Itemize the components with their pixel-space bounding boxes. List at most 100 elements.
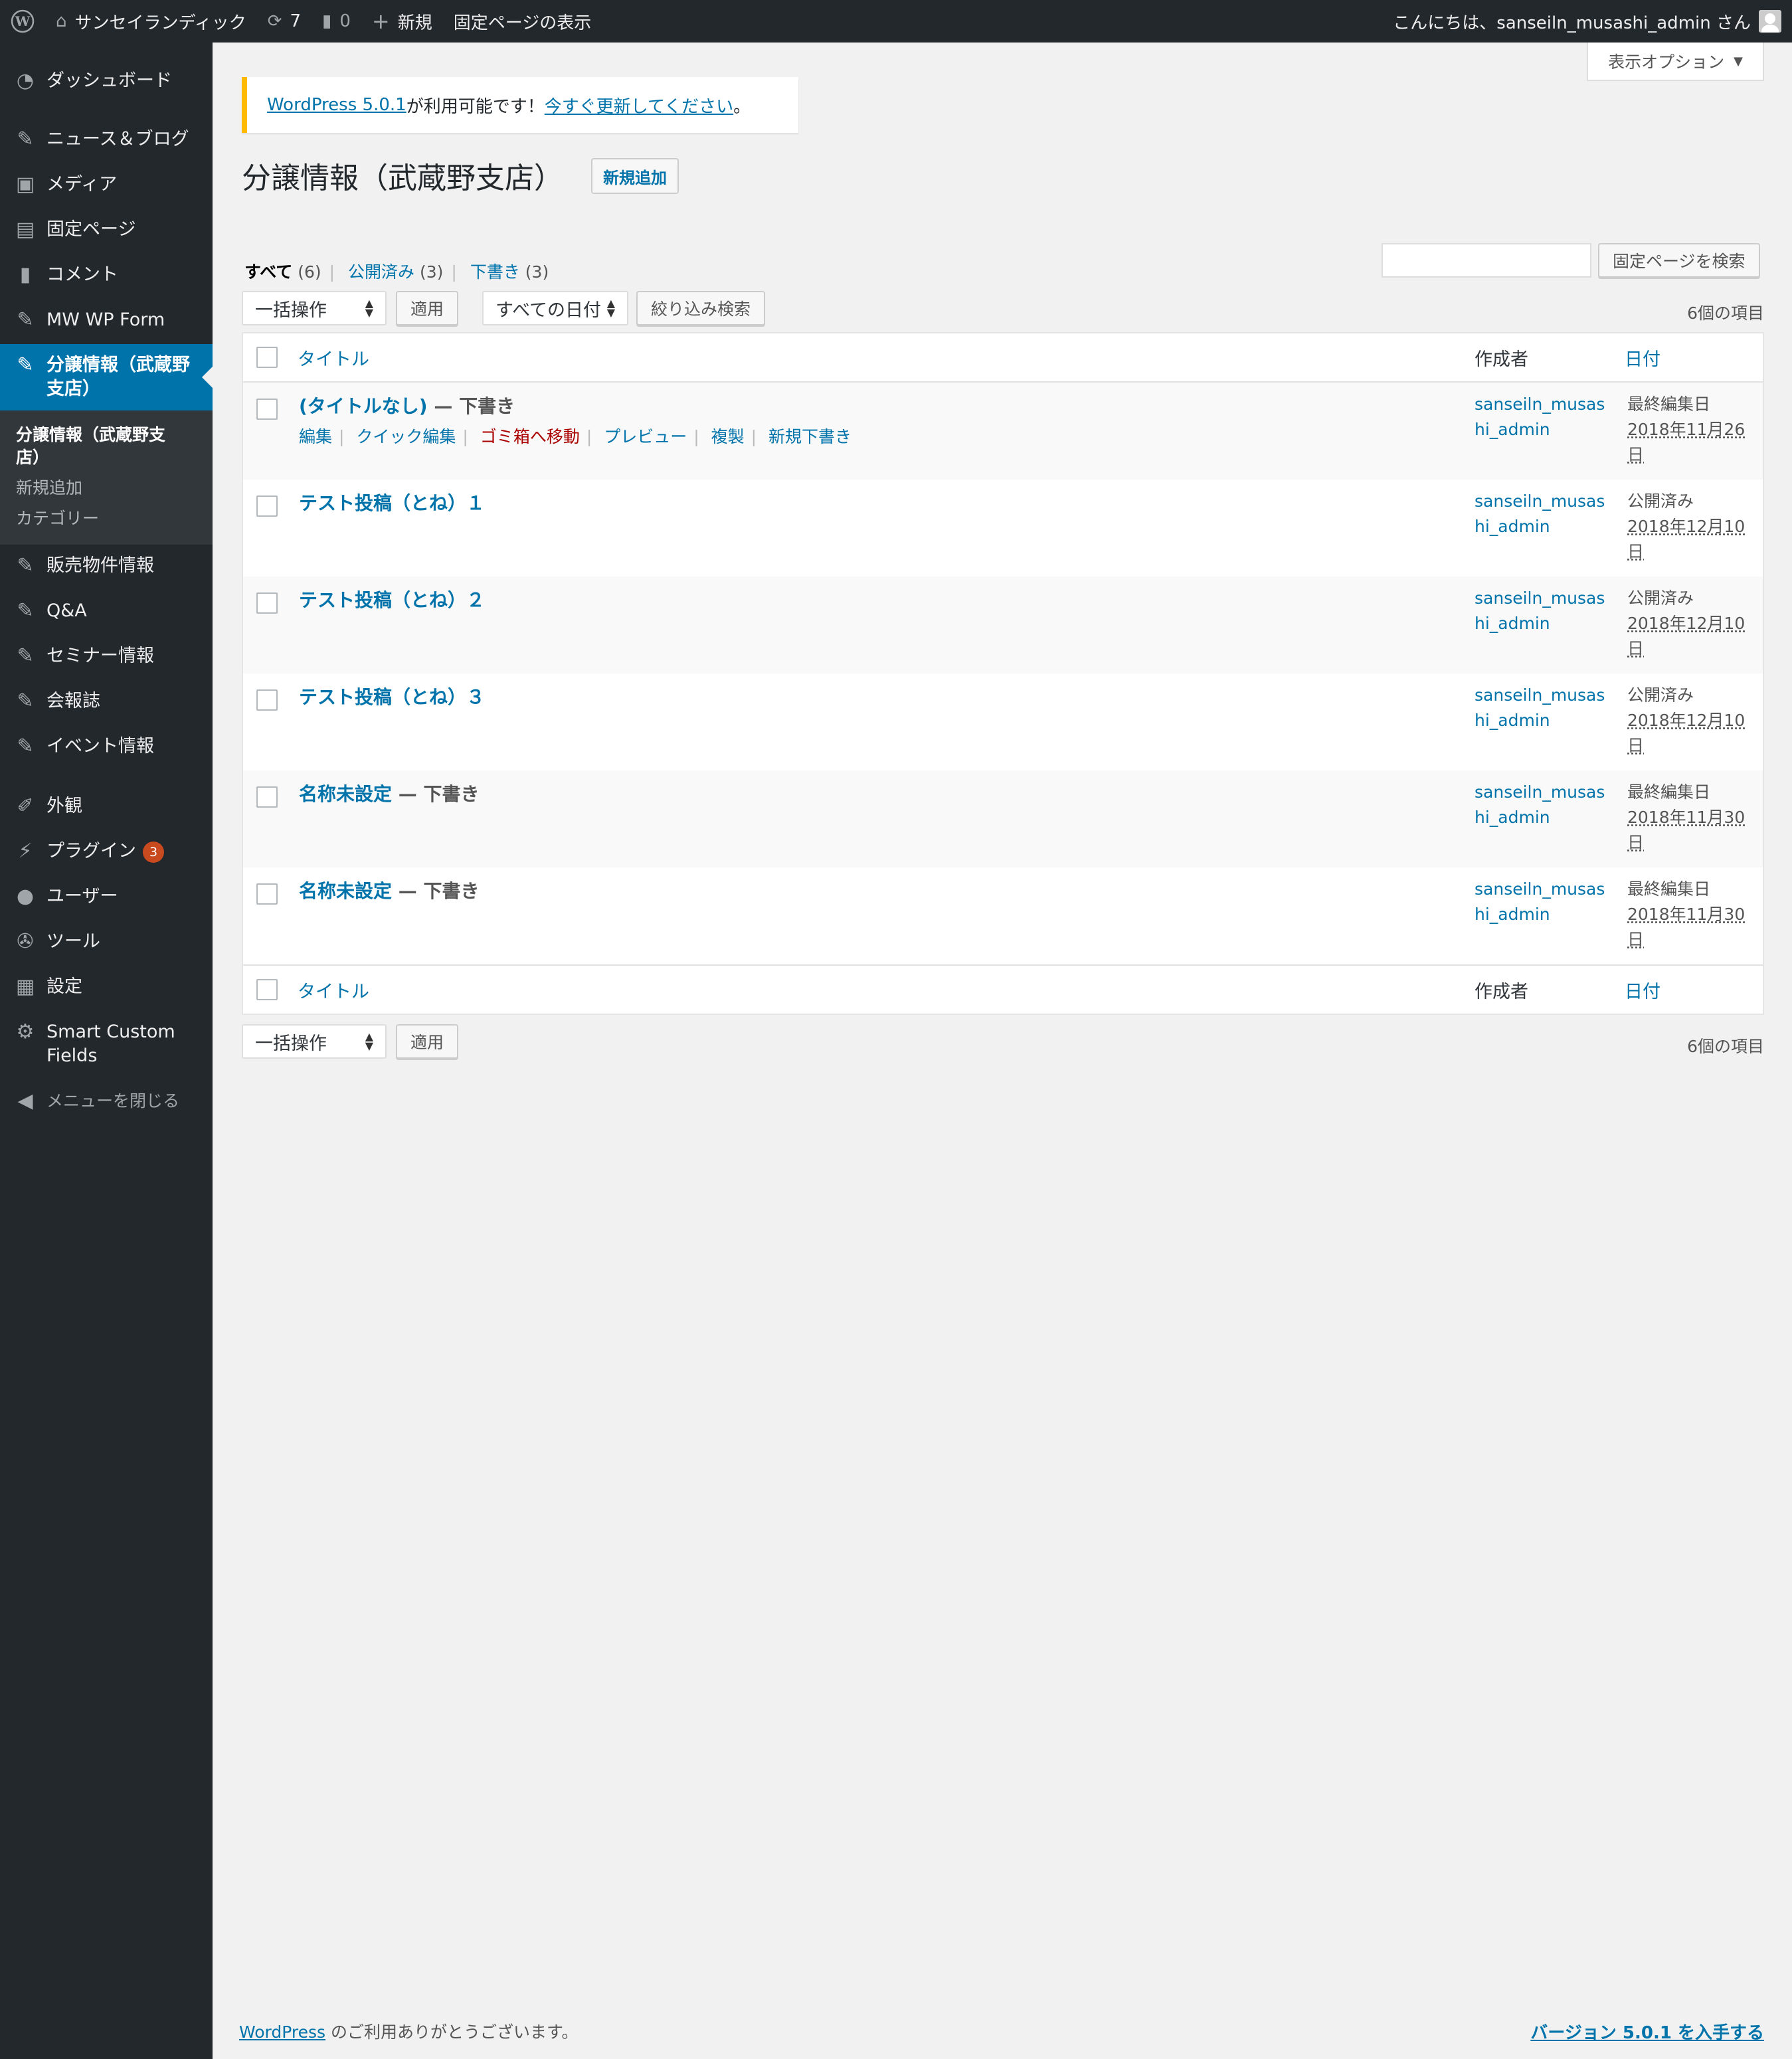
author-link[interactable]: sanseiln_musashi_admin <box>1475 392 1607 442</box>
edit-link[interactable]: 編集 <box>299 427 332 446</box>
date-cell: 最終編集日 2018年11月30日 <box>1627 782 1746 852</box>
sort-date-bottom[interactable]: 日付 <box>1625 977 1660 1003</box>
row-checkbox[interactable] <box>256 883 278 905</box>
select-all-checkbox[interactable] <box>256 347 278 368</box>
items-count: 6個の項目 <box>1687 304 1764 323</box>
pin-icon: ✎ <box>17 353 34 377</box>
menu-current-bunjo[interactable]: ✎ 分譲情報（武蔵野支店） <box>0 344 213 410</box>
row-checkbox[interactable] <box>256 689 278 711</box>
author-link[interactable]: sanseiln_musashi_admin <box>1475 489 1607 539</box>
wordpress-link[interactable]: WordPress <box>239 2022 325 2042</box>
filter-button[interactable]: 絞り込み検索 <box>636 291 766 325</box>
view-page-link[interactable]: 固定ページの表示 <box>443 0 602 43</box>
post-title-link[interactable]: テスト投稿（とね）３ <box>299 686 485 708</box>
table-header: タイトル 作成者 日付 <box>243 333 1763 383</box>
apply-button[interactable]: 適用 <box>396 291 459 325</box>
filter-published[interactable]: 公開済み <box>348 262 414 282</box>
select-arrows-icon: ▲ ▼ <box>365 1030 373 1052</box>
sort-title[interactable]: タイトル <box>298 345 369 371</box>
author-link[interactable]: sanseiln_musashi_admin <box>1475 877 1607 927</box>
comments-link[interactable]: ▮ 0 <box>312 0 361 43</box>
menu-pages[interactable]: ▤ 固定ページ <box>0 218 213 242</box>
post-title-link[interactable]: 名称未設定 <box>299 783 392 805</box>
post-title-link[interactable]: テスト投稿（とね）２ <box>299 589 485 611</box>
search-input[interactable] <box>1382 243 1591 278</box>
menu-media[interactable]: ▣ メディア <box>0 173 213 197</box>
screen-options-button[interactable]: 表示オプション ▼ <box>1587 43 1764 81</box>
get-version-link[interactable]: バージョン 5.0.1 を入手する <box>1530 2019 1764 2044</box>
date-cell: 公開済み 2018年12月10日 <box>1627 588 1746 658</box>
post-title-link[interactable]: 名称未設定 <box>299 880 392 902</box>
table-row: 名称未設定 — 下書き sanseiln_musashi_admin 最終編集日… <box>243 867 1763 964</box>
submenu-item-all[interactable]: 分譲情報（武蔵野支店） <box>0 420 205 473</box>
wordpress-version-link[interactable]: WordPress 5.0.1 <box>267 95 406 115</box>
status-filters: すべて (6) | 公開済み (3) | 下書き (3) <box>244 262 549 282</box>
menu-settings[interactable]: ▦ 設定 <box>0 975 213 999</box>
author-link[interactable]: sanseiln_musashi_admin <box>1475 683 1607 733</box>
select-arrows-icon: ▲ ▼ <box>606 297 615 319</box>
pin-icon: ✎ <box>17 308 34 331</box>
menu-seminar[interactable]: ✎ セミナー情報 <box>0 644 213 668</box>
table-row: テスト投稿（とね）１ sanseiln_musashi_admin 公開済み 20… <box>243 480 1763 577</box>
post-title-link[interactable]: (タイトルなし) <box>299 395 428 417</box>
collapse-menu-button[interactable]: ◀ メニューを閉じる <box>0 1089 213 1113</box>
menu-newsletter[interactable]: ✎ 会報誌 <box>0 689 213 713</box>
new-draft-link[interactable]: 新規下書き <box>768 427 851 446</box>
select-all-checkbox-bottom[interactable] <box>256 979 278 1000</box>
row-checkbox[interactable] <box>256 786 278 808</box>
dashboard-icon: ◔ <box>16 69 35 92</box>
row-checkbox[interactable] <box>256 495 278 517</box>
author-link[interactable]: sanseiln_musashi_admin <box>1475 780 1607 830</box>
menu-comments[interactable]: ▮ コメント <box>0 263 213 287</box>
gear-icon: ⚙ <box>16 1020 35 1043</box>
duplicate-link[interactable]: 複製 <box>711 427 745 446</box>
quick-edit-link[interactable]: クイック編集 <box>356 427 456 446</box>
bulk-action-select[interactable]: 一括操作 ▲ ▼ <box>242 291 387 325</box>
submenu-item-add-new[interactable]: 新規追加 <box>0 473 213 503</box>
filter-all[interactable]: すべて <box>244 262 292 282</box>
wp-logo[interactable]: W <box>0 0 45 43</box>
filter-draft[interactable]: 下書き <box>470 262 520 282</box>
menu-news-blog[interactable]: ✎ ニュース＆ブログ <box>0 128 213 151</box>
plugins-update-badge: 3 <box>143 841 165 863</box>
bulk-action-select-bottom[interactable]: 一括操作 ▲ ▼ <box>242 1024 387 1059</box>
submenu-item-category[interactable]: カテゴリー <box>0 503 213 534</box>
row-checkbox[interactable] <box>256 399 278 420</box>
menu-users[interactable]: ● ユーザー <box>0 885 213 909</box>
my-account[interactable]: こんにちは、sanseiln_musashi_admin さん <box>1382 0 1792 43</box>
preview-link[interactable]: プレビュー <box>604 427 687 446</box>
date-filter-select[interactable]: すべての日付 ▲ ▼ <box>482 291 628 325</box>
row-actions: 編集 | クイック編集 | ゴミ箱へ移動 | プレビュー | 複製 | 新規下書き <box>299 427 852 446</box>
caret-down-icon: ▼ <box>1734 54 1743 68</box>
comment-icon: ▮ <box>19 263 31 286</box>
admin-bar: W ⌂ サンセイランディック ⟳ 7 ▮ 0 + 新規 固定ページの表示 こんに… <box>0 0 1792 43</box>
sort-title-bottom[interactable]: タイトル <box>298 977 369 1003</box>
pin-icon: ✎ <box>17 554 34 577</box>
sort-date[interactable]: 日付 <box>1625 345 1660 371</box>
media-icon: ▣ <box>15 173 35 196</box>
apply-button-bottom[interactable]: 適用 <box>396 1024 459 1059</box>
menu-mw-wp-form[interactable]: ✎ MW WP Form <box>0 308 213 332</box>
pin-icon: ✎ <box>17 689 34 713</box>
search-button[interactable]: 固定ページを検索 <box>1598 243 1760 278</box>
menu-appearance[interactable]: ✐ 外観 <box>0 794 213 818</box>
menu-qa[interactable]: ✎ Q&A <box>0 599 213 623</box>
menu-plugins[interactable]: ⚡ プラグイン 3 <box>0 840 213 863</box>
trash-link[interactable]: ゴミ箱へ移動 <box>480 427 580 446</box>
new-content-link[interactable]: + 新規 <box>361 0 443 43</box>
add-new-button[interactable]: 新規追加 <box>591 158 679 194</box>
pin-icon: ✎ <box>17 599 34 622</box>
post-title-link[interactable]: テスト投稿（とね）１ <box>299 492 485 514</box>
row-checkbox[interactable] <box>256 592 278 614</box>
site-name-link[interactable]: ⌂ サンセイランディック <box>45 0 257 43</box>
menu-events[interactable]: ✎ イベント情報 <box>0 735 213 759</box>
menu-tools[interactable]: ✇ ツール <box>0 930 213 954</box>
menu-dashboard[interactable]: ◔ ダッシュボード <box>0 69 213 93</box>
updates-link[interactable]: ⟳ 7 <box>257 0 312 43</box>
brush-icon: ✐ <box>17 794 34 818</box>
menu-smart-custom-fields[interactable]: ⚙ Smart Custom Fields <box>0 1020 213 1068</box>
settings-icon: ▦ <box>15 975 35 998</box>
update-now-link[interactable]: 今すぐ更新してください <box>545 93 733 118</box>
menu-sales[interactable]: ✎ 販売物件情報 <box>0 554 213 578</box>
author-link[interactable]: sanseiln_musashi_admin <box>1475 586 1607 636</box>
